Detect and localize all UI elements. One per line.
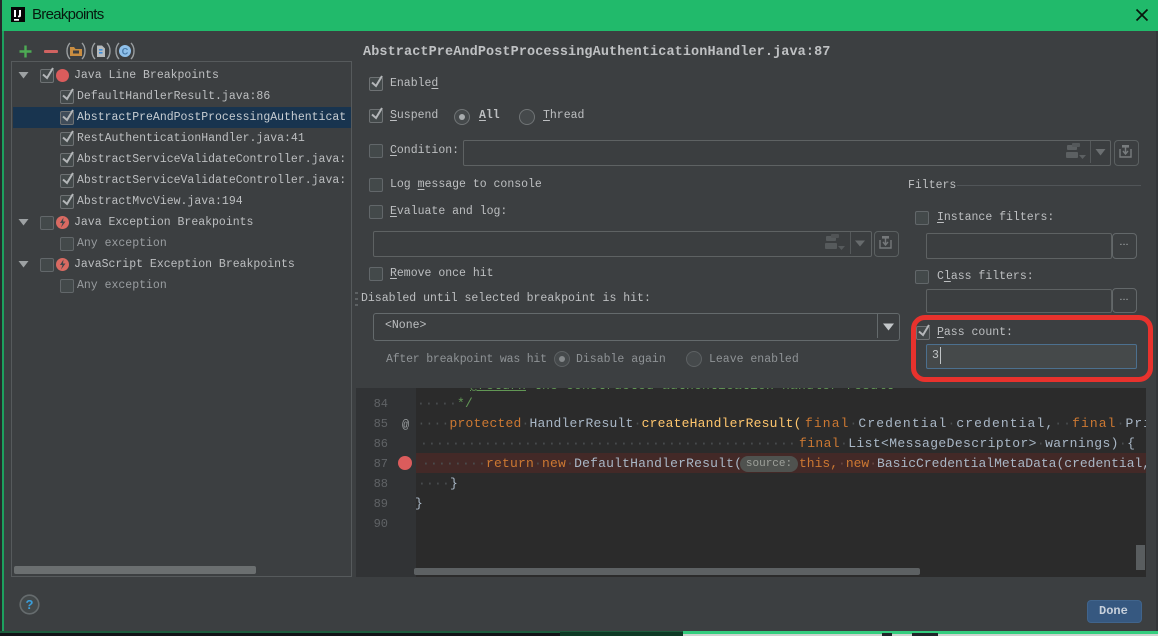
svg-text:?: ? <box>26 597 34 612</box>
svg-text:C: C <box>122 47 129 57</box>
